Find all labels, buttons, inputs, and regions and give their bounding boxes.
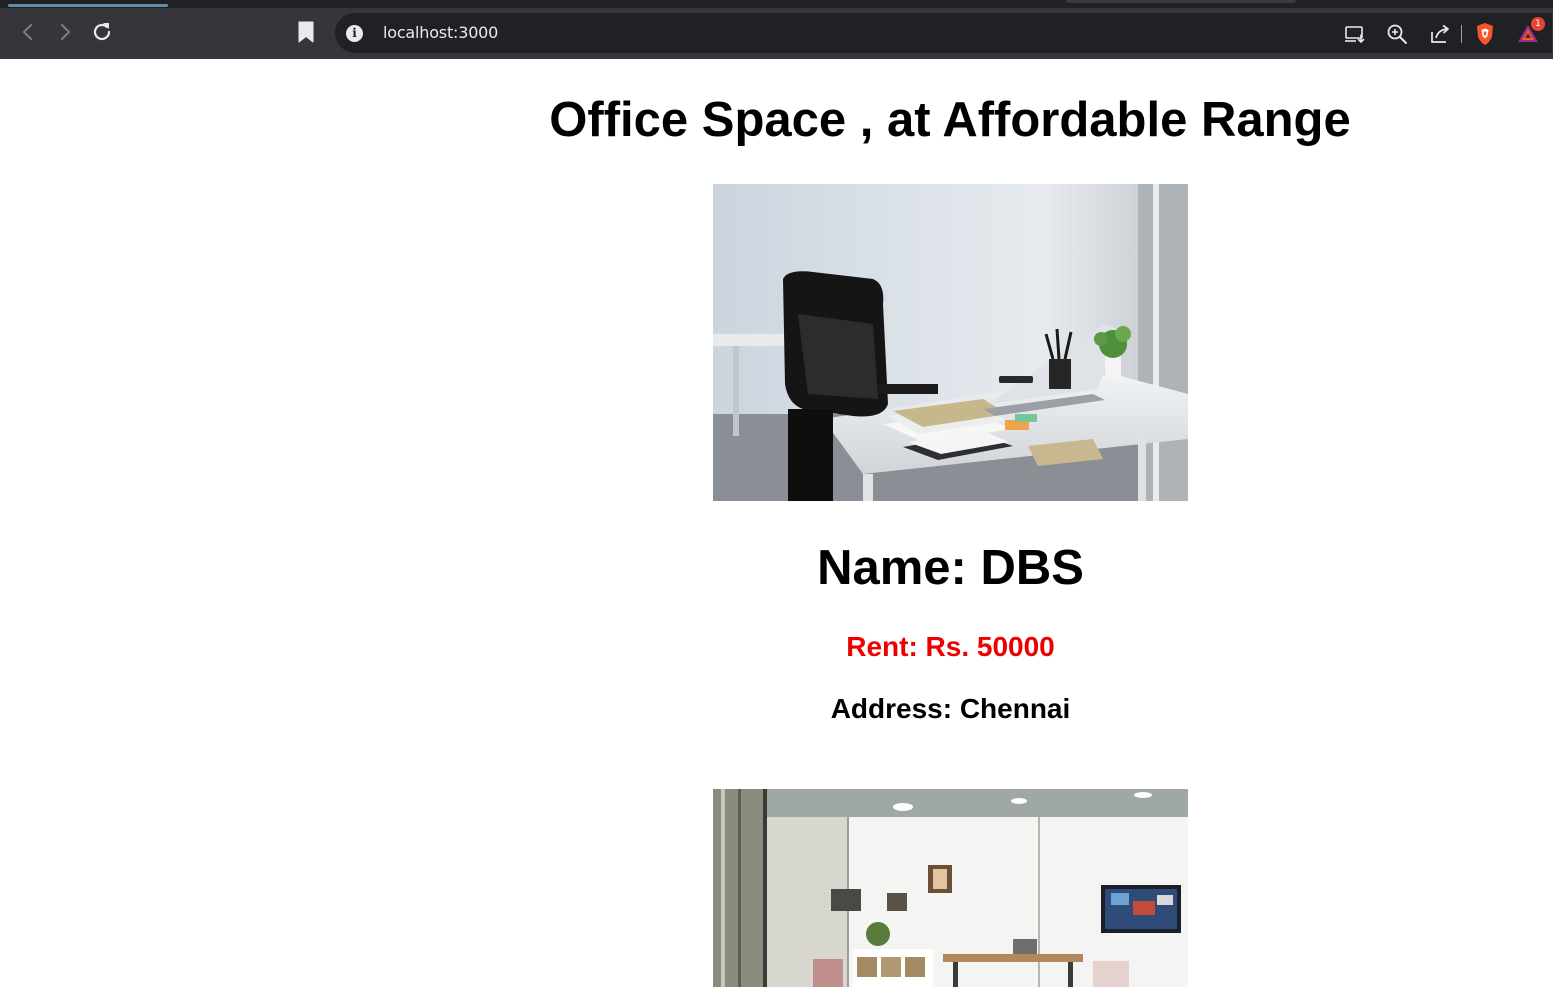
share-icon[interactable]: [1428, 22, 1452, 46]
zoom-icon[interactable]: [1385, 22, 1409, 46]
reload-button[interactable]: [88, 18, 116, 46]
listing-rent: Rent: Rs. 50000: [846, 631, 1055, 662]
bookmark-button[interactable]: [292, 18, 320, 46]
listing-address: Address: Chennai: [830, 693, 1071, 724]
listing-name: Name: DBS: [817, 541, 1084, 595]
forward-arrow-icon: [61, 24, 70, 40]
info-icon[interactable]: i: [346, 25, 363, 42]
tab-strip-edge: [1066, 0, 1296, 3]
active-tab[interactable]: [8, 4, 168, 7]
address-bar[interactable]: i localhost:3000 1: [335, 13, 1552, 53]
bookmark-icon: [298, 21, 314, 43]
back-button[interactable]: [14, 18, 42, 46]
brave-shields-icon[interactable]: [1473, 22, 1497, 46]
office-desk-chair-photo: [713, 184, 1188, 501]
url-text[interactable]: localhost:3000: [383, 23, 498, 42]
tab-strip: [0, 0, 1553, 8]
toolbar-divider: [1461, 25, 1462, 43]
reload-icon: [93, 23, 111, 41]
notification-badge: 1: [1531, 17, 1545, 31]
install-app-icon[interactable]: [1343, 22, 1367, 46]
page-title: Office Space , at Affordable Range: [549, 93, 1351, 147]
back-arrow-icon: [23, 24, 32, 40]
forward-button[interactable]: [51, 18, 79, 46]
browser-toolbar: i localhost:3000 1: [0, 8, 1553, 59]
office-room-photo: [713, 789, 1188, 987]
